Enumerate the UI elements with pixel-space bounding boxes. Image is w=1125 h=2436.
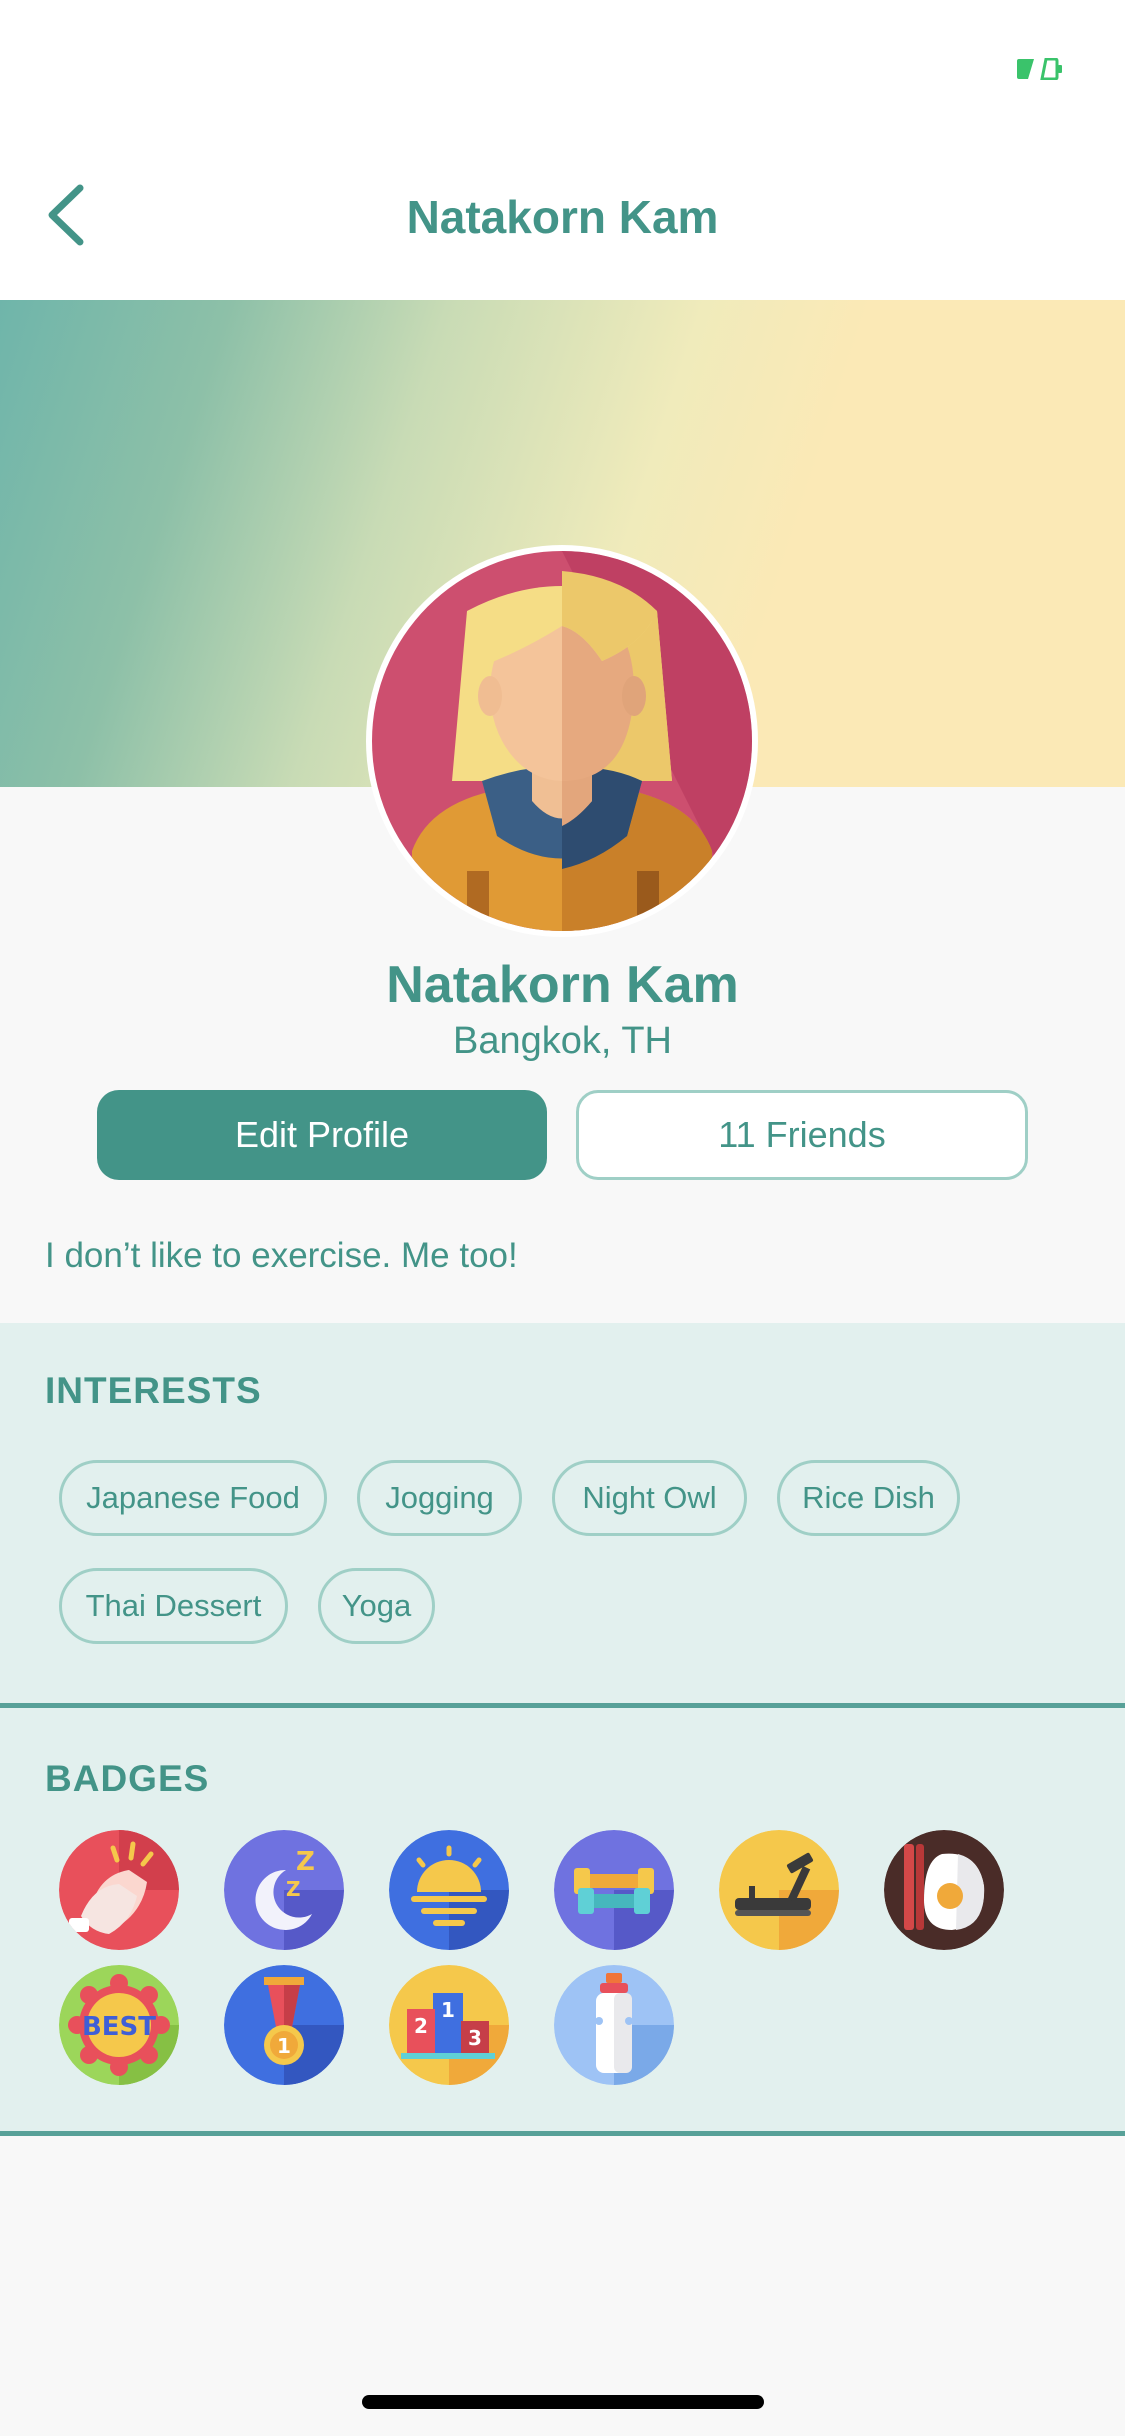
nav-title: Natakorn Kam: [406, 191, 719, 243]
interest-tag[interactable]: Rice Dish: [777, 1460, 960, 1536]
badges-section: BADGES Z Z BEST 1 1 2 3: [0, 1708, 1125, 2136]
friends-button[interactable]: 11 Friends: [576, 1090, 1028, 1180]
treadmill-icon[interactable]: [719, 1830, 839, 1950]
interest-tag[interactable]: Thai Dessert: [59, 1568, 288, 1644]
profile-name: Natakorn Kam: [386, 956, 739, 1014]
sunrise-icon[interactable]: [389, 1830, 509, 1950]
status-bar: [0, 0, 1125, 130]
female-avatar-icon: [372, 551, 752, 931]
best-award-icon[interactable]: BEST: [59, 1965, 179, 2085]
svg-text:Z: Z: [296, 1847, 315, 1877]
interests-title: INTERESTS: [45, 1370, 262, 1411]
clapping-hands-icon[interactable]: [59, 1830, 179, 1950]
gold-medal-icon[interactable]: 1: [224, 1965, 344, 2085]
podium-icon[interactable]: 1 2 3: [389, 1965, 509, 2085]
badges-title: BADGES: [45, 1758, 210, 1799]
profile-bio: I don’t like to exercise. Me too!: [45, 1236, 518, 1275]
interest-tag[interactable]: Night Owl: [552, 1460, 747, 1536]
nav-bar: Natakorn Kam: [0, 130, 1125, 300]
svg-text:Z: Z: [286, 1877, 301, 1901]
home-indicator: [362, 2395, 764, 2409]
interest-tag[interactable]: Yoga: [318, 1568, 435, 1644]
svg-text:1: 1: [277, 2034, 291, 2058]
interest-tag[interactable]: Jogging: [357, 1460, 522, 1536]
svg-text:BEST: BEST: [82, 2012, 156, 2042]
dumbbell-icon[interactable]: [554, 1830, 674, 1950]
svg-text:1: 1: [441, 1998, 455, 2022]
fried-egg-bacon-icon[interactable]: [884, 1830, 1004, 1950]
moon-sleep-icon[interactable]: Z Z: [224, 1830, 344, 1950]
svg-text:2: 2: [414, 2014, 428, 2038]
battery-icon: [1016, 57, 1062, 81]
svg-text:3: 3: [468, 2026, 482, 2050]
interest-tag[interactable]: Japanese Food: [59, 1460, 327, 1536]
interests-section: INTERESTS Japanese Food Jogging Night Ow…: [0, 1323, 1125, 1708]
profile-location: Bangkok, TH: [453, 1020, 672, 1062]
edit-profile-button[interactable]: Edit Profile: [97, 1090, 547, 1180]
avatar: [366, 545, 758, 937]
water-bottle-icon[interactable]: [554, 1965, 674, 2085]
